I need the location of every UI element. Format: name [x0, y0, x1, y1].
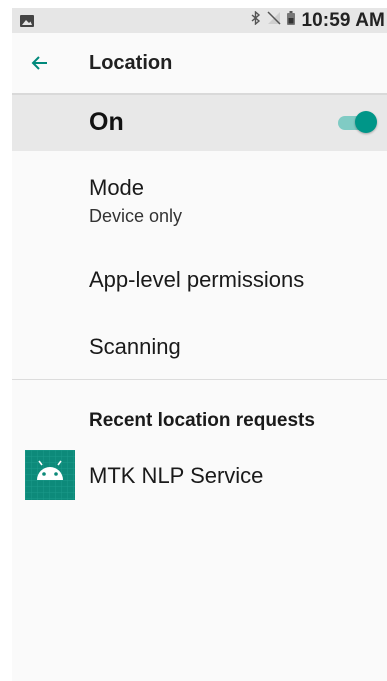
battery-icon: [287, 11, 301, 30]
location-master-switch-row[interactable]: On: [12, 95, 387, 151]
scanning-row[interactable]: Scanning: [12, 318, 387, 378]
master-switch-label: On: [89, 108, 124, 136]
arrow-back-icon: [31, 56, 47, 70]
recent-location-requests-header: Recent location requests: [89, 410, 315, 431]
app-level-permissions-row[interactable]: App-level permissions: [12, 251, 387, 311]
mode-row[interactable]: Mode Device only: [12, 151, 387, 231]
toggle-thumb: [355, 111, 377, 133]
screen: 10:59 AM Location On Mode Device only Ap…: [12, 8, 387, 681]
section-divider: [12, 379, 387, 380]
status-time: 10:59 AM: [301, 9, 385, 31]
recent-request-item[interactable]: MTK NLP Service: [12, 445, 387, 507]
status-icons: 10:59 AM: [251, 8, 387, 33]
image-icon: [20, 14, 34, 32]
page-title: Location: [89, 52, 173, 74]
app-bar: Location: [12, 33, 387, 95]
status-bar: 10:59 AM: [12, 8, 387, 33]
recent-request-app-name: MTK NLP Service: [89, 463, 264, 488]
mode-value: Device only: [89, 206, 183, 226]
android-app-icon: [25, 450, 75, 500]
location-toggle[interactable]: [338, 111, 378, 135]
no-sim-icon: [267, 11, 287, 30]
app-level-permissions-title: App-level permissions: [89, 267, 305, 292]
bluetooth-icon: [251, 10, 267, 30]
back-button[interactable]: [30, 53, 50, 73]
scanning-title: Scanning: [89, 334, 181, 359]
mode-title: Mode: [89, 175, 145, 200]
